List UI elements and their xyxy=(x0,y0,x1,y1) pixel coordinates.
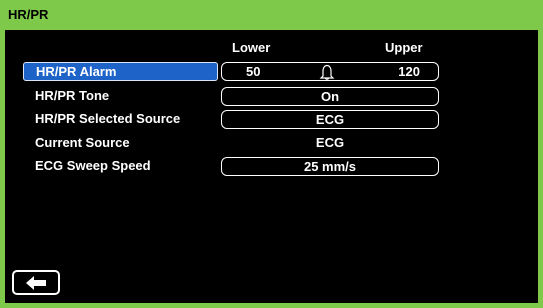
hrpr-alarm-label[interactable]: HR/PR Alarm xyxy=(23,62,218,81)
hrpr-alarm-limits-field[interactable]: 50 120 xyxy=(221,62,439,81)
column-header-upper: Upper xyxy=(385,40,423,55)
hrpr-tone-field[interactable]: On xyxy=(221,87,439,106)
alarm-upper-limit: 120 xyxy=(398,64,420,79)
current-source-value-text: ECG xyxy=(315,135,345,150)
hrpr-tone-label-text: HR/PR Tone xyxy=(35,88,110,103)
ecg-sweep-speed-label-text: ECG Sweep Speed xyxy=(35,158,151,173)
current-source-label: Current Source xyxy=(23,134,218,153)
column-header-lower: Lower xyxy=(232,40,271,55)
hrpr-settings-window xyxy=(0,0,543,308)
alarm-lower-limit: 50 xyxy=(246,64,261,79)
hrpr-tone-value: On xyxy=(320,89,340,104)
hrpr-selected-source-label-text: HR/PR Selected Source xyxy=(35,111,181,126)
hrpr-alarm-label-text: HR/PR Alarm xyxy=(36,64,117,79)
ecg-sweep-speed-field[interactable]: 25 mm/s xyxy=(221,157,439,176)
bell-icon xyxy=(318,64,336,80)
back-arrow-icon xyxy=(26,276,46,290)
current-source-value: ECG xyxy=(221,134,439,153)
hrpr-selected-source-label: HR/PR Selected Source xyxy=(23,110,218,129)
back-button[interactable] xyxy=(12,270,60,295)
current-source-label-text: Current Source xyxy=(35,135,130,150)
hrpr-tone-label: HR/PR Tone xyxy=(23,87,218,106)
window-title: HR/PR xyxy=(8,7,49,22)
hrpr-selected-source-field[interactable]: ECG xyxy=(221,110,439,129)
hrpr-selected-source-value: ECG xyxy=(315,112,345,127)
ecg-sweep-speed-label: ECG Sweep Speed xyxy=(23,157,218,176)
ecg-sweep-speed-value: 25 mm/s xyxy=(303,159,357,174)
title-bar: HR/PR xyxy=(0,0,543,30)
